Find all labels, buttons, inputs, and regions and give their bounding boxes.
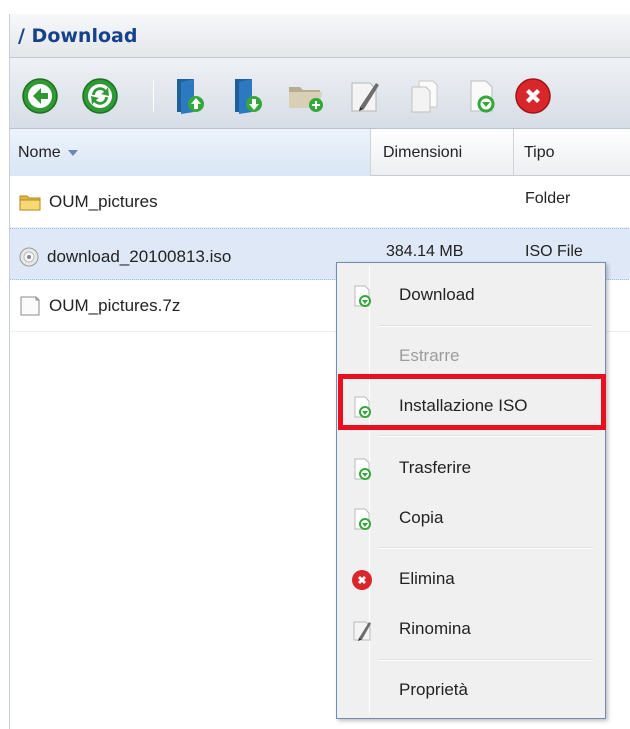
menu-item-move[interactable]: Trasferire [339,445,603,491]
refresh-icon [82,78,118,114]
copy-button[interactable] [404,76,444,116]
menu-item-copy[interactable]: Copia [339,495,603,541]
menu-item-label: Copia [399,508,444,527]
context-menu: Download Estrarre Installazione ISO Tras… [336,262,606,719]
back-button[interactable] [20,76,60,116]
column-name-label: Nome [18,143,61,161]
menu-separator [379,435,593,437]
toolbar-separator [153,80,154,112]
menu-separator [379,325,593,327]
rename-icon [351,618,373,642]
menu-item-label: Installazione ISO [399,396,528,415]
download-file-icon [351,284,373,308]
file-name: download_20100813.iso [47,247,232,266]
menu-item-properties[interactable]: Proprietà [339,667,603,713]
title-bar: / Download [10,14,630,58]
back-icon [22,78,58,114]
copy-icon [411,80,438,113]
upload-button[interactable] [170,76,210,116]
new-folder-button[interactable] [286,76,326,116]
folder-icon [19,192,41,212]
menu-item-label: Estrarre [399,346,460,365]
refresh-button[interactable] [80,76,120,116]
delete-icon [351,568,373,592]
file-type: Folder [525,190,571,207]
delete-icon [515,78,551,114]
column-type-header[interactable]: Tipo [514,129,630,176]
menu-item-download[interactable]: Download [339,272,603,318]
menu-item-label: Rinomina [399,619,471,638]
copy-file-icon [351,507,373,531]
download-icon [235,79,262,114]
column-name-header[interactable]: Nome [10,129,371,176]
menu-item-label: Elimina [399,569,455,588]
column-size-label: Dimensioni [383,143,463,161]
delete-button[interactable] [513,76,553,116]
column-header: Nome Dimensioni Tipo [10,129,630,176]
toolbar [10,58,630,129]
file-action-icon [470,80,495,113]
menu-item-install-iso[interactable]: Installazione ISO [339,383,603,429]
menu-item-delete[interactable]: Elimina [339,556,603,602]
menu-item-extract[interactable]: Estrarre [339,333,603,379]
rename-icon [351,82,379,112]
upload-icon [177,79,204,114]
file-name: OUM_pictures [49,192,158,211]
download-button[interactable] [228,76,268,116]
install-file-icon [351,395,373,419]
new-folder-icon [289,87,323,112]
sort-descending-icon[interactable] [67,149,78,156]
menu-item-label: Proprietà [399,680,468,699]
path-title: / Download [18,25,138,47]
file-row-folder[interactable]: OUM_pictures Folder [10,176,630,228]
menu-item-label: Trasferire [399,458,472,477]
menu-separator [379,659,593,661]
file-icon [19,295,41,317]
menu-item-rename[interactable]: Rinomina [339,606,603,652]
column-size-header[interactable]: Dimensioni [371,129,514,176]
move-file-icon [351,457,373,481]
file-name: OUM_pictures.7z [49,296,181,315]
menu-separator [379,547,593,549]
menu-item-label: Download [399,285,475,304]
column-type-label: Tipo [524,143,555,161]
disc-icon [19,247,39,267]
file-action-button[interactable] [462,76,502,116]
rename-button[interactable] [344,76,384,116]
